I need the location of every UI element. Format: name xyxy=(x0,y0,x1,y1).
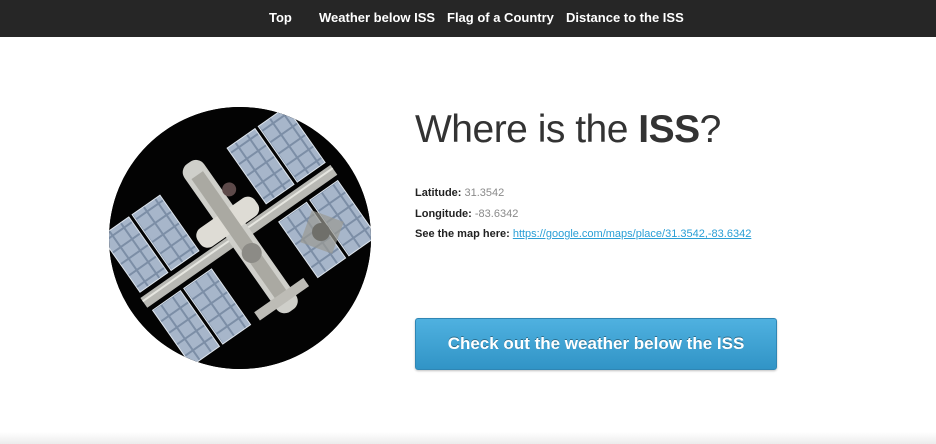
longitude-value: -83.6342 xyxy=(474,208,519,220)
weather-button[interactable]: Check out the weather below the ISS xyxy=(415,318,777,370)
longitude-row: Longitude: -83.6342 xyxy=(415,208,518,220)
map-label: See the map here: xyxy=(415,228,510,240)
title-strong: ISS xyxy=(638,108,700,151)
title-prefix: Where is the xyxy=(415,108,639,151)
latitude-row: Latitude: 31.3542 xyxy=(415,187,504,199)
nav-link-top[interactable]: Top xyxy=(269,0,292,37)
map-link[interactable]: https://google.com/maps/place/31.3542,-8… xyxy=(513,228,752,240)
map-row: See the map here: https://google.com/map… xyxy=(415,228,751,240)
nav-link-weather[interactable]: Weather below ISS xyxy=(319,0,435,37)
section-divider xyxy=(0,432,936,444)
latitude-value: 31.3542 xyxy=(464,187,505,199)
latitude-label: Latitude: xyxy=(415,187,462,199)
iss-photo xyxy=(109,107,371,369)
longitude-label: Longitude: xyxy=(415,208,472,220)
top-navbar: Top Weather below ISS Flag of a Country … xyxy=(0,0,936,37)
page-title: Where is the ISS? xyxy=(415,108,721,152)
title-suffix: ? xyxy=(699,108,722,151)
nav-link-distance[interactable]: Distance to the ISS xyxy=(566,0,684,37)
nav-link-flag[interactable]: Flag of a Country xyxy=(447,0,554,37)
